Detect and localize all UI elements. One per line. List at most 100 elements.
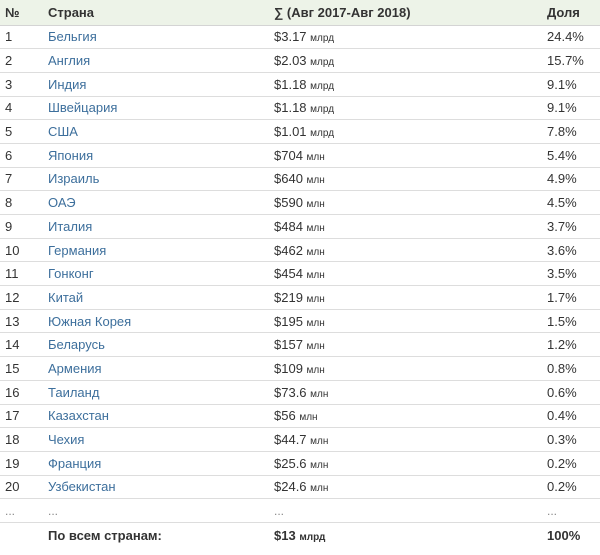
country-link[interactable]: Китай bbox=[43, 285, 269, 310]
row-share: 0.8% bbox=[542, 356, 600, 381]
row-share: 9.1% bbox=[542, 96, 600, 121]
row-sum: $3.17 млрд bbox=[269, 25, 542, 50]
row-share: 1.2% bbox=[542, 332, 600, 358]
row-sum: $157 млн bbox=[269, 332, 542, 358]
country-link[interactable]: Италия bbox=[43, 214, 269, 239]
header-sum: ∑ (Авг 2017-Авг 2018) bbox=[269, 0, 542, 26]
row-sum: $109 млн bbox=[269, 356, 542, 381]
ellipsis-sum: ... bbox=[269, 498, 542, 523]
row-sum: $1.18 млрд bbox=[269, 72, 542, 97]
row-unit: млн bbox=[306, 341, 325, 353]
row-unit: млн bbox=[306, 222, 325, 234]
row-sum: $484 млн bbox=[269, 214, 542, 239]
country-link[interactable]: Чехия bbox=[43, 427, 269, 452]
row-sum: $462 млн bbox=[269, 238, 542, 263]
table-row: 8 ОАЭ $590 млн 4.5% bbox=[0, 190, 600, 215]
table-row: 13 Южная Корея $195 млн 1.5% bbox=[0, 309, 600, 334]
country-link[interactable]: Гонконг bbox=[43, 261, 269, 287]
total-num-empty bbox=[0, 522, 43, 547]
row-unit: млн bbox=[306, 151, 325, 163]
row-amount: $590 bbox=[274, 195, 303, 211]
total-share: 100% bbox=[547, 527, 581, 543]
row-sum: $454 млн bbox=[269, 261, 542, 287]
row-num: 6 bbox=[0, 143, 43, 168]
row-num: 2 bbox=[0, 48, 43, 73]
row-amount: $109 bbox=[274, 360, 303, 376]
row-amount: $454 bbox=[274, 266, 303, 282]
country-link[interactable]: Беларусь bbox=[43, 332, 269, 358]
row-unit: млрд bbox=[310, 128, 335, 140]
country-link[interactable]: ОАЭ bbox=[43, 190, 269, 215]
row-amount: $704 bbox=[274, 147, 303, 163]
country-share-table: № Страна ∑ (Авг 2017-Авг 2018) Доля 1 Бел… bbox=[0, 0, 600, 547]
row-unit: млн bbox=[310, 459, 329, 471]
country-link[interactable]: Таиланд bbox=[43, 380, 269, 405]
country-link[interactable]: Бельгия bbox=[43, 25, 269, 50]
total-row: По всем странам: $13 млрд 100% bbox=[0, 522, 600, 547]
country-link[interactable]: США bbox=[43, 119, 269, 144]
table-row: 18 Чехия $44.7 млн 0.3% bbox=[0, 427, 600, 452]
country-link[interactable]: Англия bbox=[43, 48, 269, 73]
country-link[interactable]: Франция bbox=[43, 451, 269, 476]
country-link[interactable]: Армения bbox=[43, 356, 269, 381]
row-amount: $462 bbox=[274, 242, 303, 258]
table-row: 1 Бельгия $3.17 млрд 24.4% bbox=[0, 25, 600, 50]
row-unit: млрд bbox=[310, 57, 335, 69]
row-amount: $157 bbox=[274, 337, 303, 353]
row-num: 18 bbox=[0, 427, 43, 452]
table-row: 20 Узбекистан $24.6 млн 0.2% bbox=[0, 475, 600, 500]
row-sum: $1.01 млрд bbox=[269, 119, 542, 144]
row-amount: $3.17 bbox=[274, 29, 307, 45]
table-row: 9 Италия $484 млн 3.7% bbox=[0, 214, 600, 239]
country-link[interactable]: Южная Корея bbox=[43, 309, 269, 334]
country-link[interactable]: Индия bbox=[43, 72, 269, 97]
table-row: 4 Швейцария $1.18 млрд 9.1% bbox=[0, 96, 600, 121]
table-row: 2 Англия $2.03 млрд 15.7% bbox=[0, 48, 600, 73]
country-link[interactable]: Швейцария bbox=[43, 96, 269, 121]
row-share: 7.8% bbox=[542, 119, 600, 144]
row-num: 7 bbox=[0, 167, 43, 192]
row-num: 13 bbox=[0, 309, 43, 334]
row-sum: $590 млн bbox=[269, 190, 542, 215]
row-num: 17 bbox=[0, 404, 43, 429]
row-sum: $73.6 млн bbox=[269, 380, 542, 405]
row-sum: $195 млн bbox=[269, 309, 542, 334]
row-share: 4.9% bbox=[542, 167, 600, 192]
row-share: 0.2% bbox=[542, 475, 600, 500]
country-link[interactable]: Япония bbox=[43, 143, 269, 168]
country-link[interactable]: Германия bbox=[43, 238, 269, 263]
table-row: 7 Израиль $640 млн 4.9% bbox=[0, 167, 600, 192]
row-share: 3.6% bbox=[542, 238, 600, 263]
row-unit: млн bbox=[306, 199, 325, 211]
table-row: 14 Беларусь $157 млн 1.2% bbox=[0, 332, 600, 358]
row-amount: $25.6 bbox=[274, 455, 307, 471]
country-link[interactable]: Израиль bbox=[43, 167, 269, 192]
table-row: 6 Япония $704 млн 5.4% bbox=[0, 143, 600, 168]
row-sum: $219 млн bbox=[269, 285, 542, 310]
row-amount: $219 bbox=[274, 289, 303, 305]
table-row: 15 Армения $109 млн 0.8% bbox=[0, 356, 600, 381]
row-share: 1.5% bbox=[542, 309, 600, 334]
table-row: 19 Франция $25.6 млн 0.2% bbox=[0, 451, 600, 476]
row-share: 0.2% bbox=[542, 451, 600, 476]
header-num: № bbox=[0, 0, 43, 26]
row-amount: $195 bbox=[274, 313, 303, 329]
country-link[interactable]: Узбекистан bbox=[43, 475, 269, 500]
ellipsis-num: ... bbox=[0, 498, 43, 523]
table-row: 16 Таиланд $73.6 млн 0.6% bbox=[0, 380, 600, 405]
row-unit: млн bbox=[310, 436, 329, 448]
row-share: 3.7% bbox=[542, 214, 600, 239]
row-sum: $1.18 млрд bbox=[269, 96, 542, 121]
row-num: 14 bbox=[0, 332, 43, 358]
ellipsis-row: ... ... ... ... bbox=[0, 498, 600, 523]
row-unit: млрд bbox=[310, 33, 335, 45]
row-share: 1.7% bbox=[542, 285, 600, 310]
total-sum: $13 млрд bbox=[269, 522, 542, 547]
country-link[interactable]: Казахстан bbox=[43, 404, 269, 429]
row-sum: $704 млн bbox=[269, 143, 542, 168]
row-num: 3 bbox=[0, 72, 43, 97]
row-unit: млн bbox=[306, 175, 325, 187]
row-sum: $25.6 млн bbox=[269, 451, 542, 476]
row-unit: млн bbox=[310, 483, 329, 495]
row-unit: млн bbox=[306, 317, 325, 329]
